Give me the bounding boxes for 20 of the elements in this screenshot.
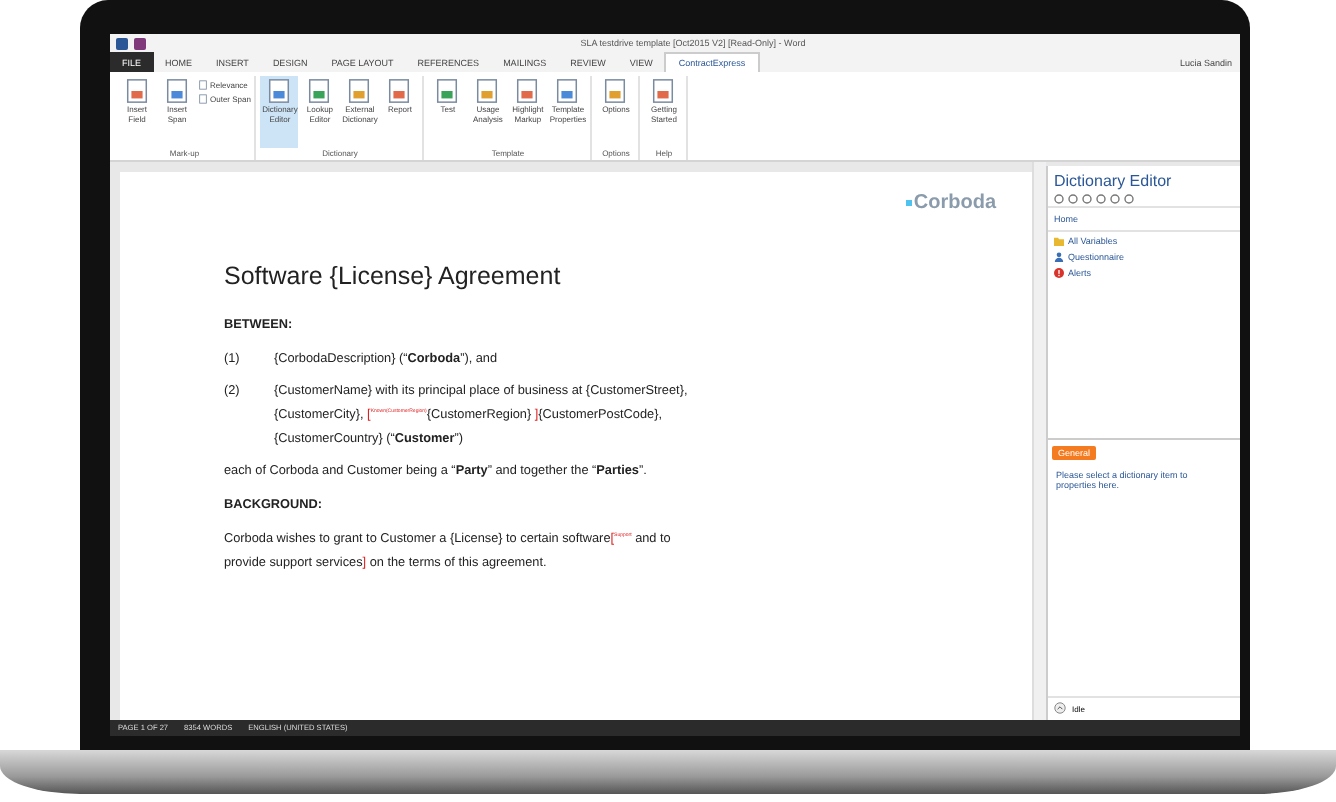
page-icon	[386, 78, 413, 104]
page-icon	[266, 78, 293, 104]
expand-icon[interactable]	[1054, 702, 1066, 714]
pane-title: Dictionary Editor	[1052, 170, 1174, 192]
page-icon	[474, 78, 501, 104]
document-title: Software {License} Agreement	[224, 262, 563, 290]
page-icon	[164, 78, 190, 104]
page-icon	[306, 78, 333, 104]
page-icon	[434, 78, 461, 104]
page-icon	[554, 78, 581, 104]
logo-square	[905, 200, 912, 206]
alert-icon	[1054, 268, 1064, 278]
person-icon	[1054, 252, 1064, 262]
company-logo: Corboda	[913, 192, 996, 214]
folder-icon	[1054, 236, 1064, 246]
page-icon	[514, 78, 541, 104]
page-icon	[124, 78, 150, 104]
page-icon	[602, 78, 629, 104]
page-icon	[346, 78, 373, 104]
page-icon	[650, 78, 677, 104]
